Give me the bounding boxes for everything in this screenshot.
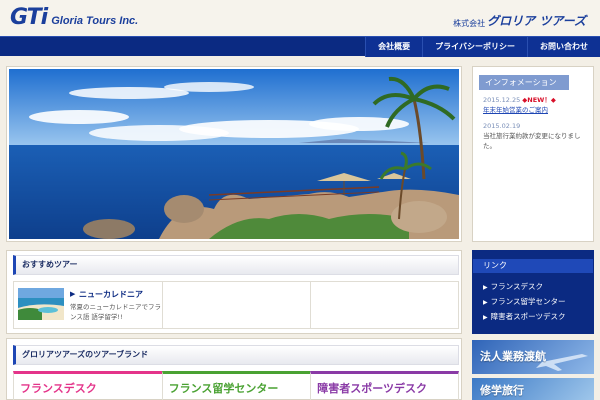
information-panel: インフォメーション 2015.12.25 ◆NEW！◆ 年末年始営業のご案内 2…: [472, 66, 594, 242]
links-title: リンク: [473, 259, 593, 273]
tour-card[interactable]: ▶ ニューカレドニア 常夏のニューカレドニアでフランス語 語学留学!!: [13, 281, 162, 329]
recommended-tours-title: おすすめツアー: [13, 255, 459, 275]
brand-name[interactable]: フランスデスク: [20, 380, 97, 396]
nav-tabs: 会社概要 プライバシーポリシー お問い合わせ: [365, 37, 600, 57]
banner-label: 修学旅行: [480, 384, 524, 397]
site-header: GTi Gloria Tours Inc. 株式会社 グロリア ツアーズ: [0, 0, 600, 36]
hero-seascape-illustration: [9, 69, 459, 239]
information-title: インフォメーション: [479, 75, 569, 90]
site-logo[interactable]: GTi Gloria Tours Inc.: [10, 6, 138, 30]
beach-thumbnail-image: [18, 288, 64, 320]
links-panel: リンク ▶ フランスデスク ▶ フランス留学センター ▶ 障害者スポーツデスク: [472, 250, 594, 334]
new-badge: ◆NEW！◆: [522, 96, 556, 104]
nav-tab-company[interactable]: 会社概要: [365, 37, 423, 57]
news-link[interactable]: 年末年始営業のご案内: [483, 106, 548, 114]
link-item-france-desk[interactable]: ▶ フランスデスク: [483, 279, 591, 294]
logo-text: Gloria Tours Inc.: [51, 15, 139, 27]
links-list: ▶ フランスデスク ▶ フランス留学センター ▶ 障害者スポーツデスク: [483, 279, 591, 324]
hero-frame: [6, 66, 462, 242]
tour-brands-title: グロリアツアーズのツアーブランド: [13, 345, 459, 365]
recommended-tours-grid: ▶ ニューカレドニア 常夏のニューカレドニアでフランス語 語学留学!!: [13, 281, 459, 329]
corporate-name: 株式会社 グロリア ツアーズ: [453, 12, 586, 29]
triangle-right-icon: ▶: [70, 290, 76, 298]
triangle-right-icon: ▶: [483, 299, 488, 306]
news-date: 2015.02.19: [483, 122, 521, 130]
link-label[interactable]: フランスデスク: [491, 282, 543, 291]
tour-card-empty: [310, 281, 459, 329]
tour-brands-grid: フランスデスク フランス留学センター 障害者スポーツデスク: [13, 371, 459, 400]
hero-image: [9, 69, 459, 239]
link-label[interactable]: フランス留学センター: [491, 297, 566, 306]
recommended-tours-section: おすすめツアー ▶ ニューカレドニア 常夏のニューカレドニアでフランス語 語学留…: [6, 250, 462, 334]
tour-brands-section: グロリアツアーズのツアーブランド フランスデスク フランス留学センター 障害者ス…: [6, 338, 462, 400]
news-item: 2015.02.19 当社旅行業約款が変更になりました。: [483, 121, 591, 151]
news-text: 当社旅行業約款が変更になりました。: [483, 132, 581, 150]
top-navbar: 会社概要 プライバシーポリシー お問い合わせ: [0, 36, 600, 57]
tour-thumbnail[interactable]: [18, 288, 64, 320]
triangle-right-icon: ▶: [483, 284, 488, 291]
triangle-right-icon: ▶: [483, 314, 488, 321]
corporate-name-main: グロリア ツアーズ: [487, 14, 586, 28]
brand-name[interactable]: 障害者スポーツデスク: [317, 380, 427, 396]
link-label[interactable]: 障害者スポーツデスク: [491, 312, 566, 321]
school-trip-banner[interactable]: 修学旅行: [472, 378, 594, 400]
brand-disability-sports-desk[interactable]: 障害者スポーツデスク: [310, 371, 459, 400]
banner-label: 法人業務渡航: [480, 350, 546, 363]
link-item-france-study-center[interactable]: ▶ フランス留学センター: [483, 294, 591, 309]
brand-france-study-center[interactable]: フランス留学センター: [161, 371, 311, 400]
tour-name[interactable]: ニューカレドニア: [79, 289, 143, 300]
corporate-travel-banner[interactable]: 法人業務渡航: [472, 340, 594, 374]
nav-tab-privacy[interactable]: プライバシーポリシー: [422, 37, 527, 57]
link-item-disability-sports-desk[interactable]: ▶ 障害者スポーツデスク: [483, 309, 591, 324]
news-item: 2015.12.25 ◆NEW！◆ 年末年始営業のご案内: [483, 95, 591, 115]
tour-card-empty: [161, 281, 311, 329]
tour-description: 常夏のニューカレドニアでフランス語 語学留学!!: [70, 303, 161, 321]
corporate-prefix: 株式会社: [453, 19, 486, 28]
news-date: 2015.12.25: [483, 96, 521, 104]
brand-france-desk[interactable]: フランスデスク: [13, 371, 162, 400]
brand-name[interactable]: フランス留学センター: [169, 380, 279, 396]
nav-tab-contact[interactable]: お問い合わせ: [527, 37, 600, 57]
logo-mark: GTi: [10, 5, 48, 30]
